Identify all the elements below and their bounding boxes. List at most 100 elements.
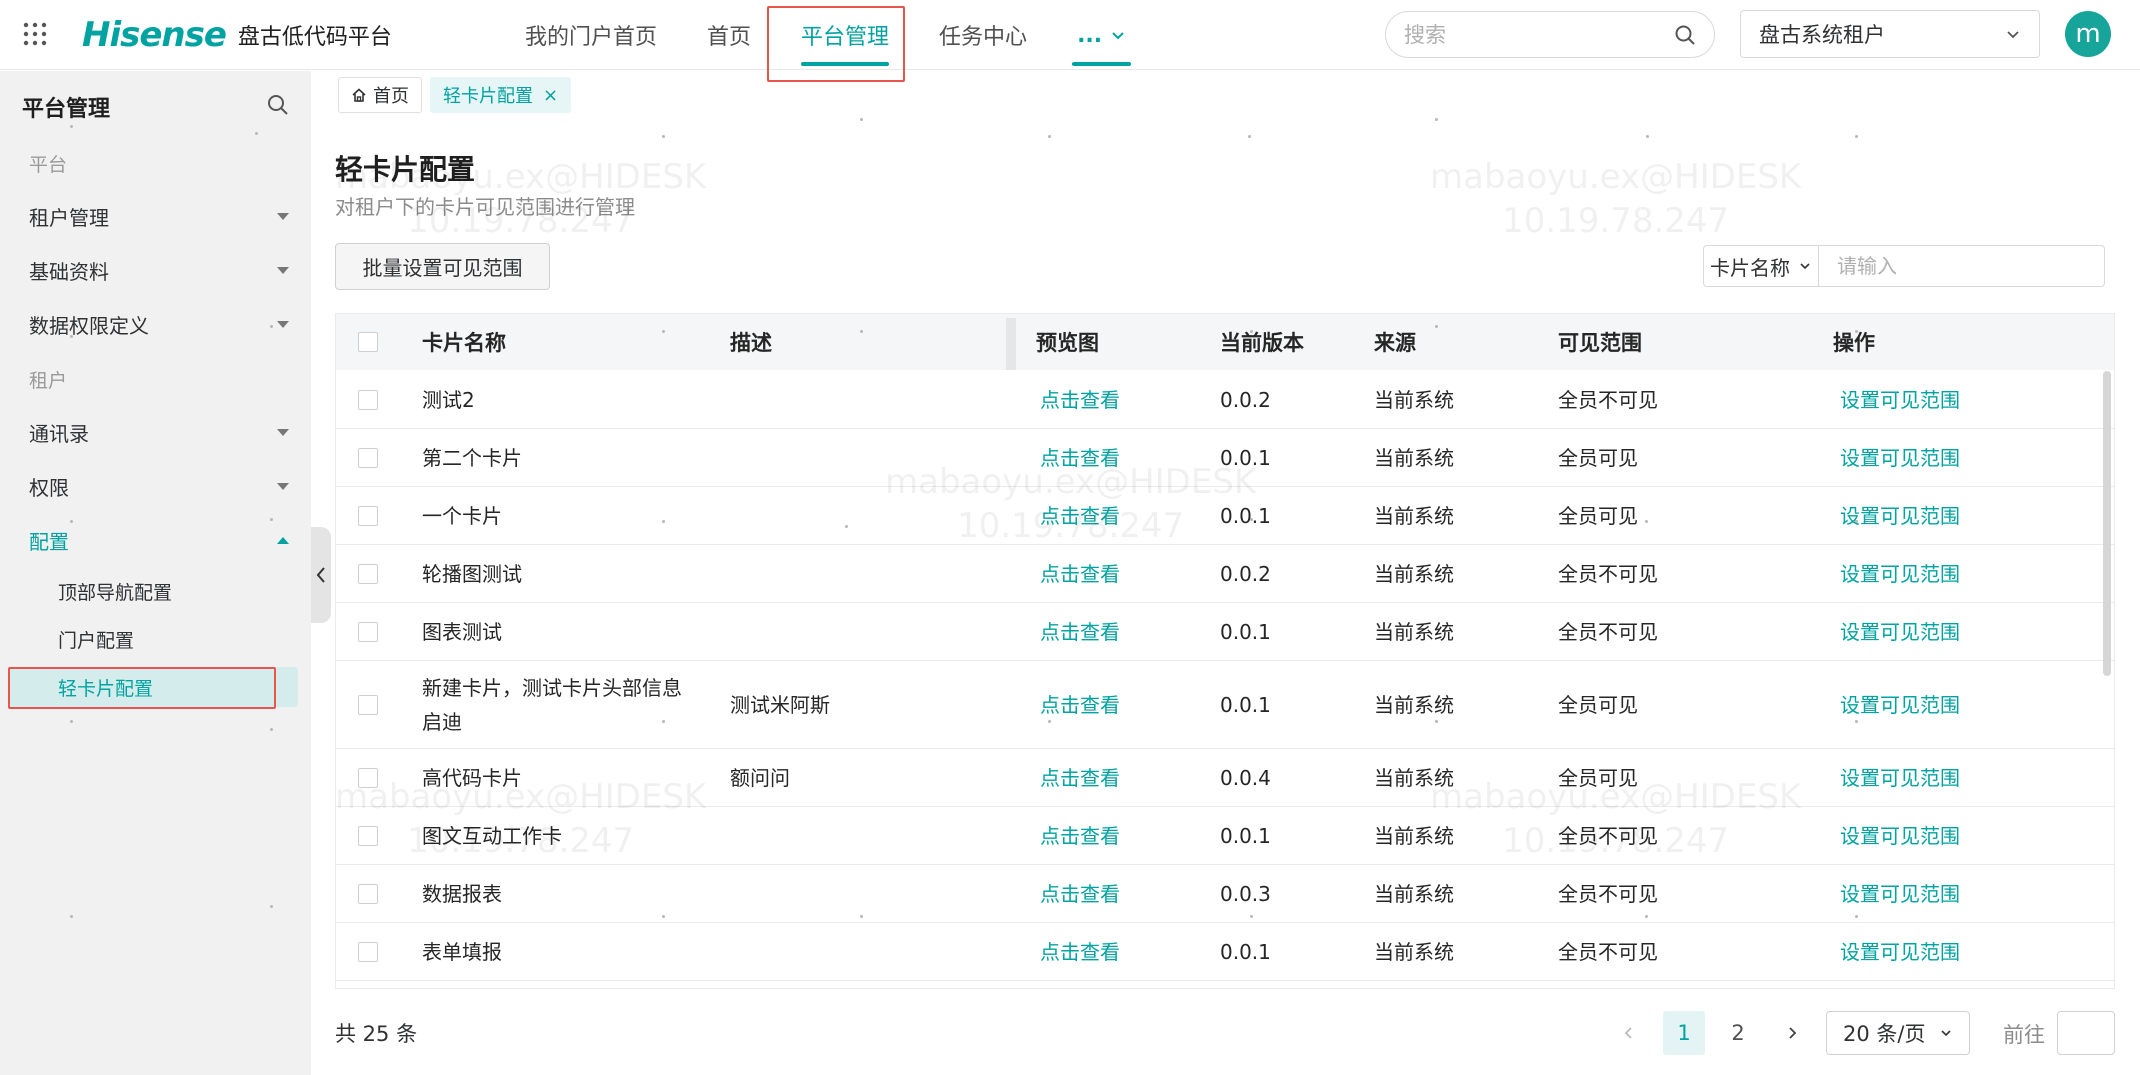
search-icon[interactable] [266, 93, 290, 117]
preview-link[interactable]: 点击查看 [1040, 441, 1120, 475]
set-visibility-link[interactable]: 设置可见范围 [1840, 499, 1960, 533]
select-all-checkbox[interactable] [358, 332, 378, 352]
apps-grid-icon[interactable] [22, 21, 48, 47]
close-icon[interactable]: × [543, 85, 558, 106]
set-visibility-link[interactable]: 设置可见范围 [1840, 935, 1960, 969]
cell-card-name-cell: 图文互动工作卡 [422, 807, 692, 864]
set-visibility-link[interactable]: 设置可见范围 [1840, 761, 1960, 795]
cell-version-cell: 0.0.2 [1220, 545, 1340, 602]
set-visibility-link-cell: 设置可见范围 [1840, 603, 2040, 660]
filter-field-select[interactable]: 卡片名称 [1704, 246, 1819, 286]
nav-home[interactable]: 首页 [682, 0, 776, 70]
page-tabs: 首页 轻卡片配置 × [338, 77, 572, 113]
filter-input[interactable] [1819, 246, 2104, 286]
cell-visibility-cell: 全员不可见 [1558, 545, 1758, 602]
sidebar-item-data-permission[interactable]: 数据权限定义 [29, 304, 289, 344]
sidebar-collapse-handle[interactable] [311, 527, 331, 623]
set-visibility-link[interactable]: 设置可见范围 [1840, 557, 1960, 591]
cell-source: 当前系统 [1374, 939, 1454, 964]
search-icon[interactable] [1674, 24, 1696, 46]
sidebar-item-permissions[interactable]: 权限 [29, 466, 289, 506]
cell-visibility-cell: 全员不可见 [1558, 865, 1758, 922]
preview-link-cell: 点击查看 [1040, 865, 1190, 922]
next-page-button[interactable] [1777, 1011, 1807, 1055]
row-checkbox[interactable] [358, 825, 378, 846]
cell-card-name-cell: 新建卡片，测试卡片头部信息启迪 [422, 661, 692, 748]
tab-light-card-config[interactable]: 轻卡片配置 × [430, 77, 572, 113]
preview-link[interactable]: 点击查看 [1040, 819, 1120, 853]
nav-portal-home[interactable]: 我的门户首页 [500, 0, 682, 70]
sidebar-item-basic-data[interactable]: 基础资料 [29, 250, 289, 290]
set-visibility-link-cell: 设置可见范围 [1840, 429, 2040, 486]
column-header-version: 当前版本 [1220, 331, 1304, 355]
set-visibility-link[interactable]: 设置可见范围 [1840, 615, 1960, 649]
sidebar-item-config[interactable]: 配置 [29, 520, 289, 560]
watermark-dot [1248, 135, 1251, 138]
nav-more[interactable]: ... [1052, 0, 1151, 70]
table-row: 图表测试 点击查看 0.0.1 当前系统 全员不可见 设置可见范围 [336, 603, 2114, 661]
preview-link[interactable]: 点击查看 [1040, 615, 1120, 649]
cell-source-cell: 当前系统 [1374, 661, 1524, 748]
preview-link[interactable]: 点击查看 [1040, 935, 1120, 969]
prev-page-button[interactable] [1614, 1011, 1644, 1055]
row-checkbox[interactable] [358, 767, 378, 788]
row-checkbox[interactable] [358, 621, 378, 642]
cell-visibility: 全员可见 [1558, 765, 1638, 790]
page-number-1[interactable]: 1 [1663, 1011, 1705, 1055]
brand[interactable]: Hisense 盘古低代码平台 [82, 10, 392, 60]
top-header: Hisense 盘古低代码平台 我的门户首页 首页 平台管理 任务中心 ... … [0, 0, 2140, 82]
set-visibility-link[interactable]: 设置可见范围 [1840, 383, 1960, 417]
preview-link[interactable]: 点击查看 [1040, 877, 1120, 911]
row-checkbox-cell [358, 487, 378, 544]
tenant-select[interactable]: 盘古系统租户 [1740, 10, 2040, 58]
set-visibility-link[interactable]: 设置可见范围 [1840, 819, 1960, 853]
column-resize-handle[interactable] [1006, 318, 1016, 370]
row-checkbox[interactable] [358, 563, 378, 584]
set-visibility-link[interactable]: 设置可见范围 [1840, 688, 1960, 722]
sidebar-item-tenant-management[interactable]: 租户管理 [29, 196, 289, 236]
user-avatar[interactable]: m [2065, 11, 2111, 57]
global-search[interactable] [1385, 11, 1715, 58]
caret-down-icon [277, 266, 289, 274]
cell-version: 0.0.2 [1220, 387, 1271, 412]
page-number-2[interactable]: 2 [1717, 1011, 1759, 1055]
preview-link[interactable]: 点击查看 [1040, 383, 1120, 417]
preview-link[interactable]: 点击查看 [1040, 557, 1120, 591]
preview-link-cell: 点击查看 [1040, 603, 1190, 660]
cell-card-name-cell: 第二个卡片 [422, 429, 692, 486]
scrollbar-thumb[interactable] [2103, 371, 2111, 676]
goto-page-input[interactable] [2057, 1011, 2115, 1055]
cell-description-cell: 测试米阿斯 [730, 661, 990, 748]
cell-description-cell [730, 371, 990, 428]
row-checkbox[interactable] [358, 694, 378, 715]
sidebar-subitem-light-card-config[interactable]: 轻卡片配置 [8, 667, 298, 707]
cell-source: 当前系统 [1374, 881, 1454, 906]
set-visibility-link[interactable]: 设置可见范围 [1840, 877, 1960, 911]
page-size-select[interactable]: 20 条/页 [1826, 1011, 1970, 1055]
tenant-select-value: 盘古系统租户 [1759, 23, 1885, 47]
preview-link[interactable]: 点击查看 [1040, 761, 1120, 795]
sidebar-item-contacts[interactable]: 通讯录 [29, 412, 289, 452]
sidebar-subitem-portal-config[interactable]: 门户配置 [8, 619, 298, 659]
column-header-source: 来源 [1374, 331, 1416, 355]
batch-set-visibility-button[interactable]: 批量设置可见范围 [335, 243, 550, 290]
nav-task-center[interactable]: 任务中心 [914, 0, 1052, 70]
row-checkbox[interactable] [358, 447, 378, 468]
global-search-input[interactable] [1404, 22, 1674, 47]
cell-card-name: 新建卡片，测试卡片头部信息启迪 [422, 675, 682, 734]
set-visibility-link[interactable]: 设置可见范围 [1840, 441, 1960, 475]
row-checkbox[interactable] [358, 389, 378, 410]
cell-visibility-cell: 全员不可见 [1558, 807, 1758, 864]
preview-link[interactable]: 点击查看 [1040, 499, 1120, 533]
row-checkbox-cell [358, 749, 378, 806]
cell-description-cell [730, 865, 990, 922]
cell-source-cell: 当前系统 [1374, 429, 1524, 486]
preview-link[interactable]: 点击查看 [1040, 688, 1120, 722]
row-checkbox[interactable] [358, 505, 378, 526]
nav-platform-management[interactable]: 平台管理 [776, 0, 914, 70]
row-checkbox[interactable] [358, 883, 378, 904]
sidebar-subitem-top-nav-config[interactable]: 顶部导航配置 [8, 571, 298, 611]
table-scrollbar[interactable] [2103, 371, 2111, 988]
row-checkbox[interactable] [358, 941, 378, 962]
tab-home[interactable]: 首页 [338, 77, 422, 113]
